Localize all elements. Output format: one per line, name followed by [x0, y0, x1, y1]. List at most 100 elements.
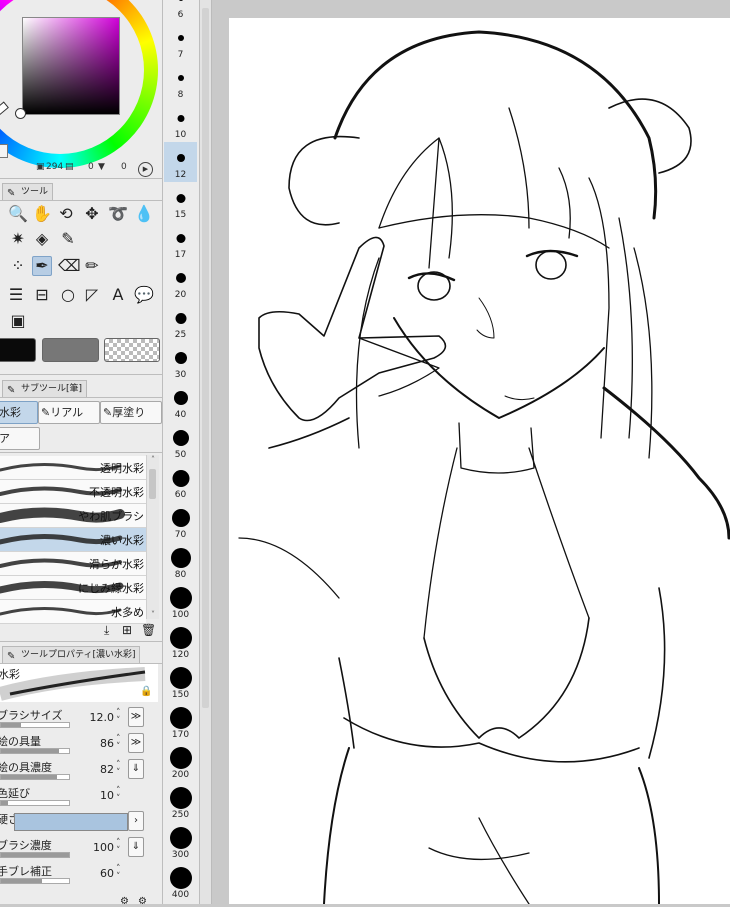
brush-size-item[interactable]: 10 [164, 102, 197, 142]
spinner-icon[interactable]: ˄ ˅ [116, 839, 121, 856]
wrench-icon[interactable]: ⚙ [120, 896, 129, 904]
sub-color-swatch[interactable] [42, 338, 99, 362]
property-slider[interactable] [0, 722, 70, 728]
hand-icon[interactable]: ✋ [32, 204, 52, 224]
property-slider[interactable] [0, 774, 70, 780]
ruler-icon[interactable]: ◸ [82, 285, 102, 305]
brush-list-scrollbar[interactable]: ˄ ˅ [146, 455, 159, 619]
spinner-icon[interactable]: ˄ ˅ [116, 735, 121, 752]
tab-tool-property[interactable]: ✎ ツールプロパティ[濃い水彩] [2, 646, 141, 663]
balloon-icon[interactable]: 💬 [134, 285, 154, 305]
scroll-down-icon[interactable]: ˅ [147, 610, 159, 619]
settings-icon[interactable]: ⚙ [138, 896, 147, 904]
drawing-canvas[interactable] [229, 18, 730, 905]
brush-size-item[interactable]: 50 [164, 422, 197, 462]
property-slider[interactable] [0, 878, 70, 884]
brush-size-item[interactable]: 100 [164, 582, 197, 622]
spray-icon[interactable]: ⁘ [8, 256, 28, 276]
gradient-icon[interactable]: ▣ [8, 311, 28, 331]
eraser-icon[interactable]: ⌫ [58, 256, 81, 276]
property-value[interactable]: 60 [100, 867, 114, 880]
property-option-button[interactable]: ⇓ [128, 837, 144, 857]
gradient-lines-icon[interactable]: ☰ [6, 285, 26, 305]
pen-icon[interactable]: ✒ [32, 256, 52, 276]
brush-size-item[interactable]: 12 [164, 142, 197, 182]
subtool-item[interactable]: やわ肌ブラシ [0, 504, 146, 528]
subtool-group-ink[interactable]: ア [0, 427, 40, 450]
spinner-icon[interactable]: ˄ ˅ [116, 761, 121, 778]
add-subtool-icon[interactable]: ⊞ [122, 623, 132, 637]
download-icon[interactable]: ⤓ [104, 623, 109, 638]
transparent-color-swatch[interactable] [104, 338, 160, 362]
pencil-icon[interactable]: ✏ [82, 256, 102, 276]
subtool-item[interactable]: 滑らか水彩 [0, 552, 146, 576]
property-option-button[interactable]: › [128, 811, 144, 831]
property-slider[interactable] [0, 800, 70, 806]
lock-icon[interactable]: 🔒 [140, 686, 152, 697]
subtool-group-impasto[interactable]: ✎厚塗り [100, 401, 162, 424]
brush-size-item[interactable]: 6 [164, 0, 197, 22]
sparkle-icon[interactable]: ✷ [8, 229, 28, 249]
frame-icon[interactable]: ⊟ [32, 285, 52, 305]
color-picker-marker[interactable] [15, 108, 26, 119]
brush-size-item[interactable]: 40 [164, 382, 197, 422]
brush-size-scroll-thumb[interactable] [202, 8, 209, 708]
brush-size-item[interactable]: 17 [164, 222, 197, 262]
spinner-icon[interactable]: ˄ ˅ [116, 787, 121, 804]
main-color-swatch[interactable] [0, 338, 36, 362]
brush-size-item[interactable]: 60 [164, 462, 197, 502]
brush-list-scroll-thumb[interactable] [149, 469, 156, 499]
play-icon[interactable]: ▶ [138, 162, 153, 177]
brush-size-item[interactable]: 170 [164, 702, 197, 742]
circle-icon[interactable]: ○ [58, 285, 78, 305]
subtool-group-watercolor[interactable]: 水彩 [0, 401, 38, 424]
blend-icon[interactable]: 💧 [134, 204, 154, 224]
text-icon[interactable]: A [108, 285, 128, 305]
brush-size-item[interactable]: 300 [164, 822, 197, 862]
brush-size-item[interactable]: 250 [164, 782, 197, 822]
property-value[interactable]: 82 [100, 763, 114, 776]
brush-size-item[interactable]: 7 [164, 22, 197, 62]
trash-icon[interactable]: 🗑 [141, 623, 156, 637]
spinner-icon[interactable]: ˄ ˅ [116, 865, 121, 882]
fill-bucket-icon[interactable]: ◈ [32, 229, 52, 249]
brush-size-item[interactable]: 400 [164, 862, 197, 902]
brush-size-item[interactable]: 200 [164, 742, 197, 782]
brush-size-item[interactable]: 25 [164, 302, 197, 342]
property-value[interactable]: 10 [100, 789, 114, 802]
subtool-group-real[interactable]: ✎リアル [38, 401, 100, 424]
brush-size-item[interactable]: 80 [164, 542, 197, 582]
property-slider[interactable] [0, 852, 70, 858]
subtool-item[interactable]: 水多め [0, 600, 146, 624]
hardness-selector[interactable] [14, 813, 128, 831]
brush-size-item[interactable]: 30 [164, 342, 197, 382]
brush-size-item[interactable]: 20 [164, 262, 197, 302]
property-option-button[interactable]: ⇓ [128, 759, 144, 779]
property-value[interactable]: 86 [100, 737, 114, 750]
brush-size-item[interactable]: 15 [164, 182, 197, 222]
tab-tool[interactable]: ✎ ツール [2, 183, 54, 200]
tab-subtool[interactable]: ✎ サブツール[筆] [2, 380, 88, 397]
color-mode-button[interactable] [0, 144, 8, 158]
move-icon[interactable]: ✥ [82, 204, 102, 224]
zoom-icon[interactable]: 🔍 [8, 204, 28, 224]
brush-size-item[interactable]: 150 [164, 662, 197, 702]
brush-size-scrollbar[interactable] [200, 0, 212, 904]
subtool-item[interactable]: 不透明水彩 [0, 480, 146, 504]
subtool-item[interactable]: 透明水彩 [0, 456, 146, 480]
property-value[interactable]: 12.0 [90, 711, 115, 724]
property-option-button[interactable]: ≫ [128, 707, 144, 727]
eyedropper-icon[interactable]: ✎ [58, 229, 78, 249]
subtool-item[interactable]: にじみ縁水彩 [0, 576, 146, 600]
property-slider[interactable] [0, 748, 70, 754]
scroll-up-icon[interactable]: ˄ [147, 455, 159, 464]
lasso-icon[interactable]: ➰ [108, 204, 128, 224]
subtool-item[interactable]: 濃い水彩 [0, 528, 146, 552]
brush-size-item[interactable]: 8 [164, 62, 197, 102]
property-option-button[interactable]: ≫ [128, 733, 144, 753]
rotate-icon[interactable]: ⟲ [56, 204, 76, 224]
property-value[interactable]: 100 [93, 841, 114, 854]
spinner-icon[interactable]: ˄ ˅ [116, 709, 121, 726]
saturation-value-square[interactable] [22, 17, 120, 115]
brush-size-item[interactable]: 120 [164, 622, 197, 662]
